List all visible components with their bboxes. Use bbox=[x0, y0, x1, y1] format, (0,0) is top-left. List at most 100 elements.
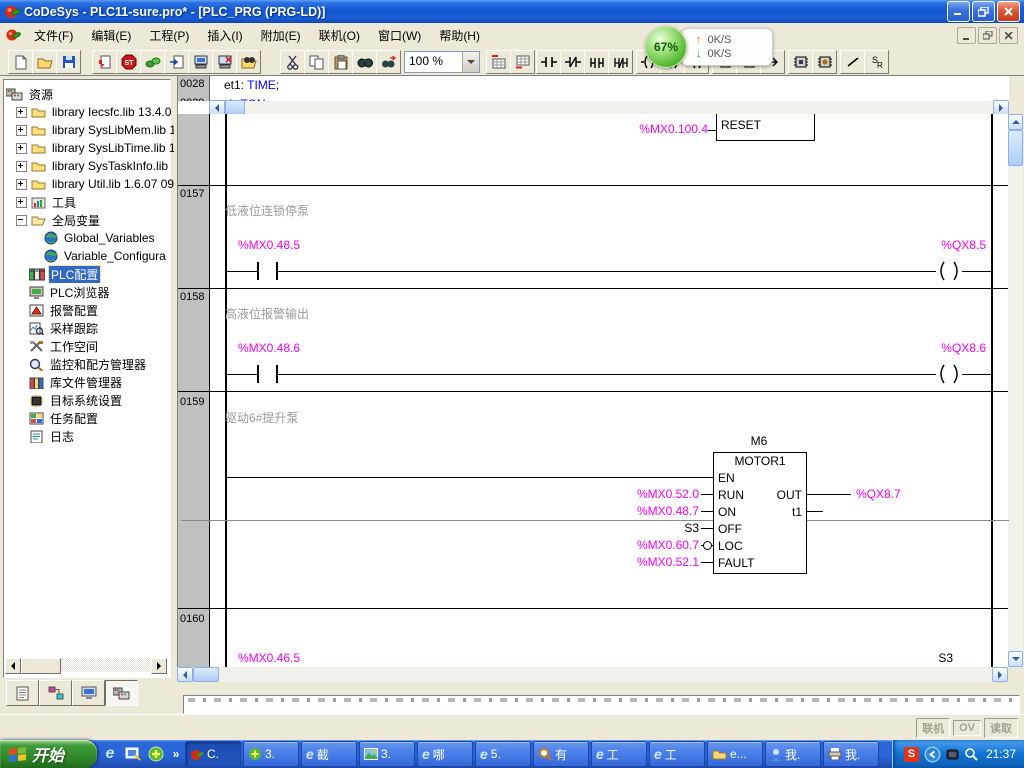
tray-device-icon[interactable] bbox=[946, 748, 959, 761]
menu-help[interactable]: 帮助(H) bbox=[430, 24, 489, 47]
collapse-icon[interactable] bbox=[16, 215, 27, 226]
function-block-partial[interactable]: RESET bbox=[716, 114, 815, 141]
tree-item-target-settings[interactable]: 目标系统设置 bbox=[6, 391, 187, 409]
menu-insert[interactable]: 插入(I) bbox=[198, 24, 251, 47]
expand-icon[interactable] bbox=[16, 143, 27, 154]
tray-magnifier-icon[interactable] bbox=[964, 747, 978, 761]
tree-item-lib-syslibmem[interactable]: library SysLibMem.lib 1 bbox=[6, 121, 174, 139]
negate-button[interactable] bbox=[840, 50, 865, 74]
task-ie-4[interactable]: e 工 bbox=[591, 741, 647, 767]
task-image-viewer[interactable]: 3. bbox=[359, 741, 415, 767]
global-search-button[interactable] bbox=[236, 50, 261, 74]
declaration-line[interactable]: et1: TIME; bbox=[224, 78, 279, 92]
step-into-button[interactable] bbox=[164, 50, 189, 74]
task-ie-5[interactable]: e 工 bbox=[649, 741, 705, 767]
message-pane[interactable] bbox=[183, 695, 1020, 714]
tree-item-alarm-configuration[interactable]: 报警配置 bbox=[6, 301, 187, 319]
contact-operand[interactable]: %MX0.46.5 bbox=[238, 651, 300, 665]
task-ie-2[interactable]: e 哪 bbox=[417, 741, 473, 767]
expand-icon[interactable] bbox=[16, 107, 27, 118]
scroll-right-button[interactable] bbox=[151, 658, 167, 674]
minimize-button[interactable] bbox=[947, 1, 970, 22]
scroll-right-button[interactable] bbox=[993, 100, 1009, 114]
operand-off[interactable]: S3 bbox=[609, 521, 699, 535]
tab-visualizations[interactable] bbox=[72, 680, 105, 706]
tray-s-icon[interactable]: S bbox=[904, 747, 919, 762]
operand-label[interactable]: %MX0.100.4 bbox=[618, 122, 708, 136]
mdi-minimize-button[interactable] bbox=[957, 27, 976, 44]
tree-item-sampling-trace[interactable]: 采样跟踪 bbox=[6, 319, 187, 337]
run-button[interactable] bbox=[140, 50, 165, 74]
net-speed-overlay-widget[interactable]: ↑0K/S ↓0K/S 67% bbox=[645, 26, 765, 66]
operand-on[interactable]: %MX0.48.7 bbox=[609, 504, 699, 518]
operand-fault[interactable]: %MX0.52.1 bbox=[609, 555, 699, 569]
network-number[interactable]: 0158 bbox=[180, 291, 204, 303]
no-contact-symbol[interactable] bbox=[257, 365, 278, 383]
network-comment[interactable]: 低液位连锁停泵 bbox=[225, 202, 309, 219]
expand-icon[interactable] bbox=[16, 179, 27, 190]
scroll-left-button[interactable] bbox=[177, 667, 193, 682]
scroll-left-button[interactable] bbox=[209, 100, 225, 114]
network-number[interactable]: 0157 bbox=[180, 188, 204, 200]
operator-block-button[interactable] bbox=[812, 50, 837, 74]
tab-pous[interactable] bbox=[6, 680, 39, 706]
network-after-button[interactable] bbox=[510, 50, 535, 74]
tree-item-tools[interactable]: 工具 bbox=[6, 193, 174, 211]
parallel-contact-button[interactable] bbox=[584, 50, 609, 74]
menu-window[interactable]: 窗口(W) bbox=[369, 24, 430, 47]
network-before-button[interactable] bbox=[486, 50, 511, 74]
declaration-editor[interactable]: 0028 et1: TIME; 0029 t1: TON; bbox=[177, 76, 1009, 114]
editor-vertical-scrollbar[interactable] bbox=[1008, 114, 1023, 667]
tree-item-lib-iecsfc[interactable]: library Iecsfc.lib 13.4.0 bbox=[6, 103, 174, 121]
operand-run[interactable]: %MX0.52.0 bbox=[609, 487, 699, 501]
scroll-track[interactable] bbox=[61, 658, 151, 672]
scroll-down-button[interactable] bbox=[1008, 651, 1023, 667]
memory-percent-ball[interactable]: 67% bbox=[645, 26, 687, 68]
coil-symbol[interactable] bbox=[936, 261, 962, 281]
tree-item-plc-browser[interactable]: PLC浏览器 bbox=[6, 283, 187, 301]
network-number[interactable]: 0159 bbox=[180, 396, 204, 408]
task-my-doc-2[interactable]: 我. bbox=[823, 741, 879, 767]
task-ie-1[interactable]: e 截 bbox=[301, 741, 357, 767]
tree-item-log[interactable]: 日志 bbox=[6, 427, 187, 445]
operand-s3[interactable]: S3 bbox=[923, 651, 953, 665]
network-number[interactable]: 0160 bbox=[180, 613, 204, 625]
task-360[interactable]: 3. bbox=[243, 741, 299, 767]
find-button[interactable] bbox=[352, 50, 377, 74]
copy-button[interactable] bbox=[304, 50, 329, 74]
quicklaunch-show-desktop-icon[interactable] bbox=[123, 744, 143, 764]
tree-item-variable-configuration[interactable]: Variable_Configura bbox=[6, 247, 202, 265]
login-button[interactable] bbox=[188, 50, 213, 74]
tree-item-plc-configuration[interactable]: PLC配置 bbox=[6, 265, 187, 283]
ladder-editor[interactable]: %MX0.100.4 RESET 0157 低液位连锁停泵 %MX0.48.5 … bbox=[177, 114, 1009, 667]
expand-icon[interactable] bbox=[16, 161, 27, 172]
timer-block-button[interactable] bbox=[788, 50, 813, 74]
expand-icon[interactable] bbox=[16, 197, 27, 208]
motor1-function-block[interactable]: MOTOR1 EN RUNOUT ONt1 OFF LOC FAULT bbox=[713, 452, 807, 574]
paste-button[interactable] bbox=[328, 50, 353, 74]
contact-button[interactable] bbox=[536, 50, 561, 74]
start-button[interactable]: 开始 bbox=[0, 740, 97, 768]
task-codesys[interactable]: C. bbox=[185, 741, 241, 767]
task-search[interactable]: 有 bbox=[533, 741, 589, 767]
cut-button[interactable] bbox=[280, 50, 305, 74]
tree-item-global-variables-folder[interactable]: 全局变量 bbox=[6, 211, 174, 229]
zoom-dropdown-arrow[interactable] bbox=[462, 52, 479, 72]
save-button[interactable] bbox=[56, 50, 81, 74]
tab-data-types[interactable] bbox=[39, 680, 72, 706]
close-button[interactable] bbox=[997, 1, 1020, 22]
tree-item-lib-util[interactable]: library Util.lib 1.6.07 09 bbox=[6, 175, 174, 193]
contact-operand[interactable]: %MX0.48.6 bbox=[238, 341, 300, 355]
stop-st-button[interactable]: ST bbox=[116, 50, 141, 74]
operand-out[interactable]: %QX8.7 bbox=[856, 487, 901, 501]
tray-clock[interactable]: 21:37 bbox=[986, 747, 1016, 761]
block-instance-name[interactable]: M6 bbox=[713, 434, 805, 448]
quicklaunch-ie-icon[interactable]: e bbox=[100, 744, 120, 764]
contact-operand[interactable]: %MX0.48.5 bbox=[238, 238, 300, 252]
negated-contact-button[interactable] bbox=[560, 50, 585, 74]
parallel-negated-contact-button[interactable] bbox=[608, 50, 633, 74]
tab-resources[interactable] bbox=[105, 680, 138, 706]
tree-item-lib-systaskinfo[interactable]: library SysTaskInfo.lib bbox=[6, 157, 174, 175]
logout-button[interactable] bbox=[212, 50, 237, 74]
download-button[interactable] bbox=[92, 50, 117, 74]
